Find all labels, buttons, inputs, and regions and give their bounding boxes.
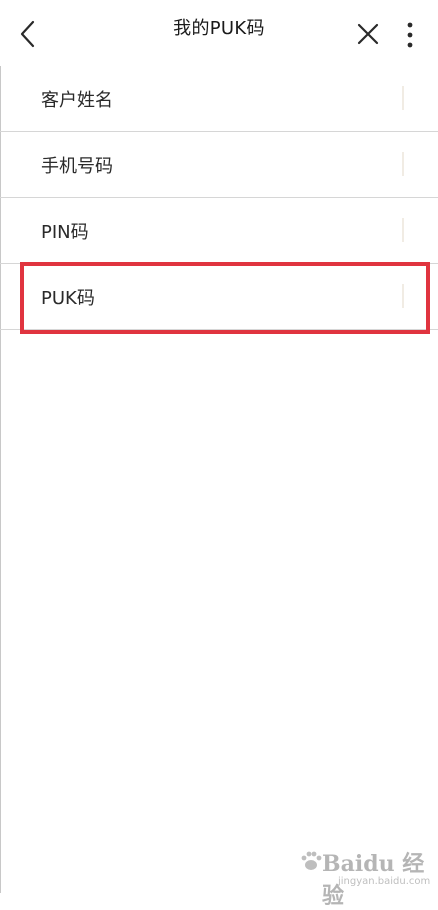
watermark-url: jingyan.baidu.com [338, 876, 431, 887]
close-icon [357, 23, 379, 45]
puk-code-value [402, 284, 404, 308]
phone-number-label: 手机号码 [41, 155, 113, 177]
navigation-bar: 我的PUK码 [0, 0, 438, 66]
pin-code-value [402, 218, 404, 242]
baidu-jingyan-watermark: Baidu 经验 jingyan.baidu.com [300, 846, 434, 909]
more-button[interactable] [401, 20, 419, 50]
close-button[interactable] [354, 20, 382, 48]
list-item-puk-code[interactable]: PUK码 [0, 264, 438, 330]
phone-number-value [402, 152, 404, 176]
pin-code-label: PIN码 [41, 221, 89, 243]
paw-icon [301, 851, 322, 870]
more-vertical-icon [407, 22, 413, 48]
customer-name-label: 客户姓名 [41, 89, 113, 111]
list-item-customer-name[interactable]: 客户姓名 [0, 66, 438, 132]
list-item-pin-code[interactable]: PIN码 [0, 198, 438, 264]
puk-info-list: 客户姓名 手机号码 PIN码 PUK码 [0, 66, 438, 330]
list-item-phone-number[interactable]: 手机号码 [0, 132, 438, 198]
puk-code-label: PUK码 [41, 287, 95, 309]
customer-name-value [402, 86, 404, 110]
